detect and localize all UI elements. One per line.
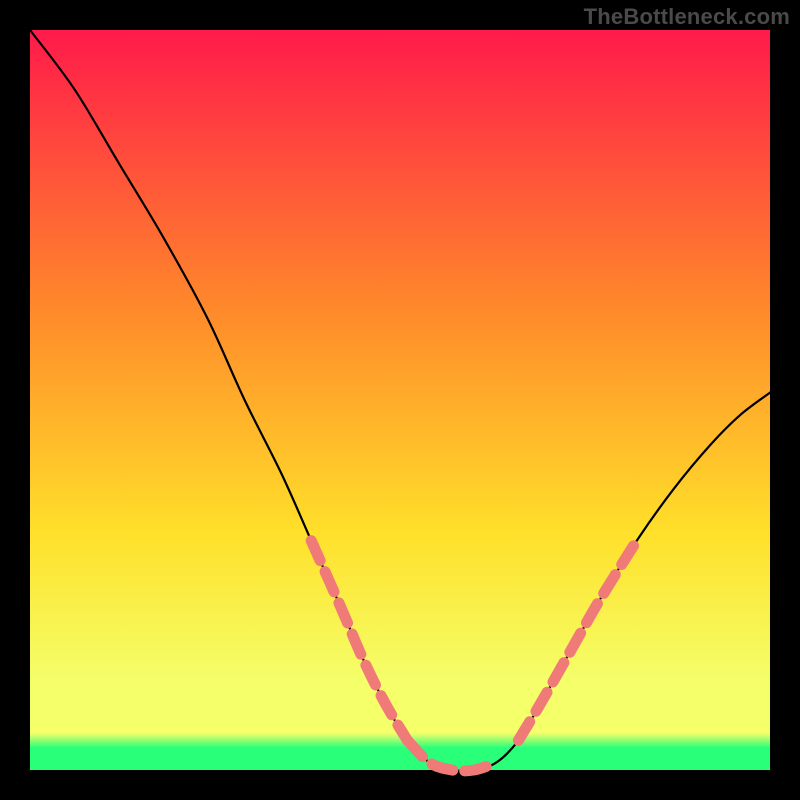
watermark-text: TheBottleneck.com (584, 4, 790, 30)
chart-frame: TheBottleneck.com (0, 0, 800, 800)
bottleneck-chart (0, 0, 800, 800)
